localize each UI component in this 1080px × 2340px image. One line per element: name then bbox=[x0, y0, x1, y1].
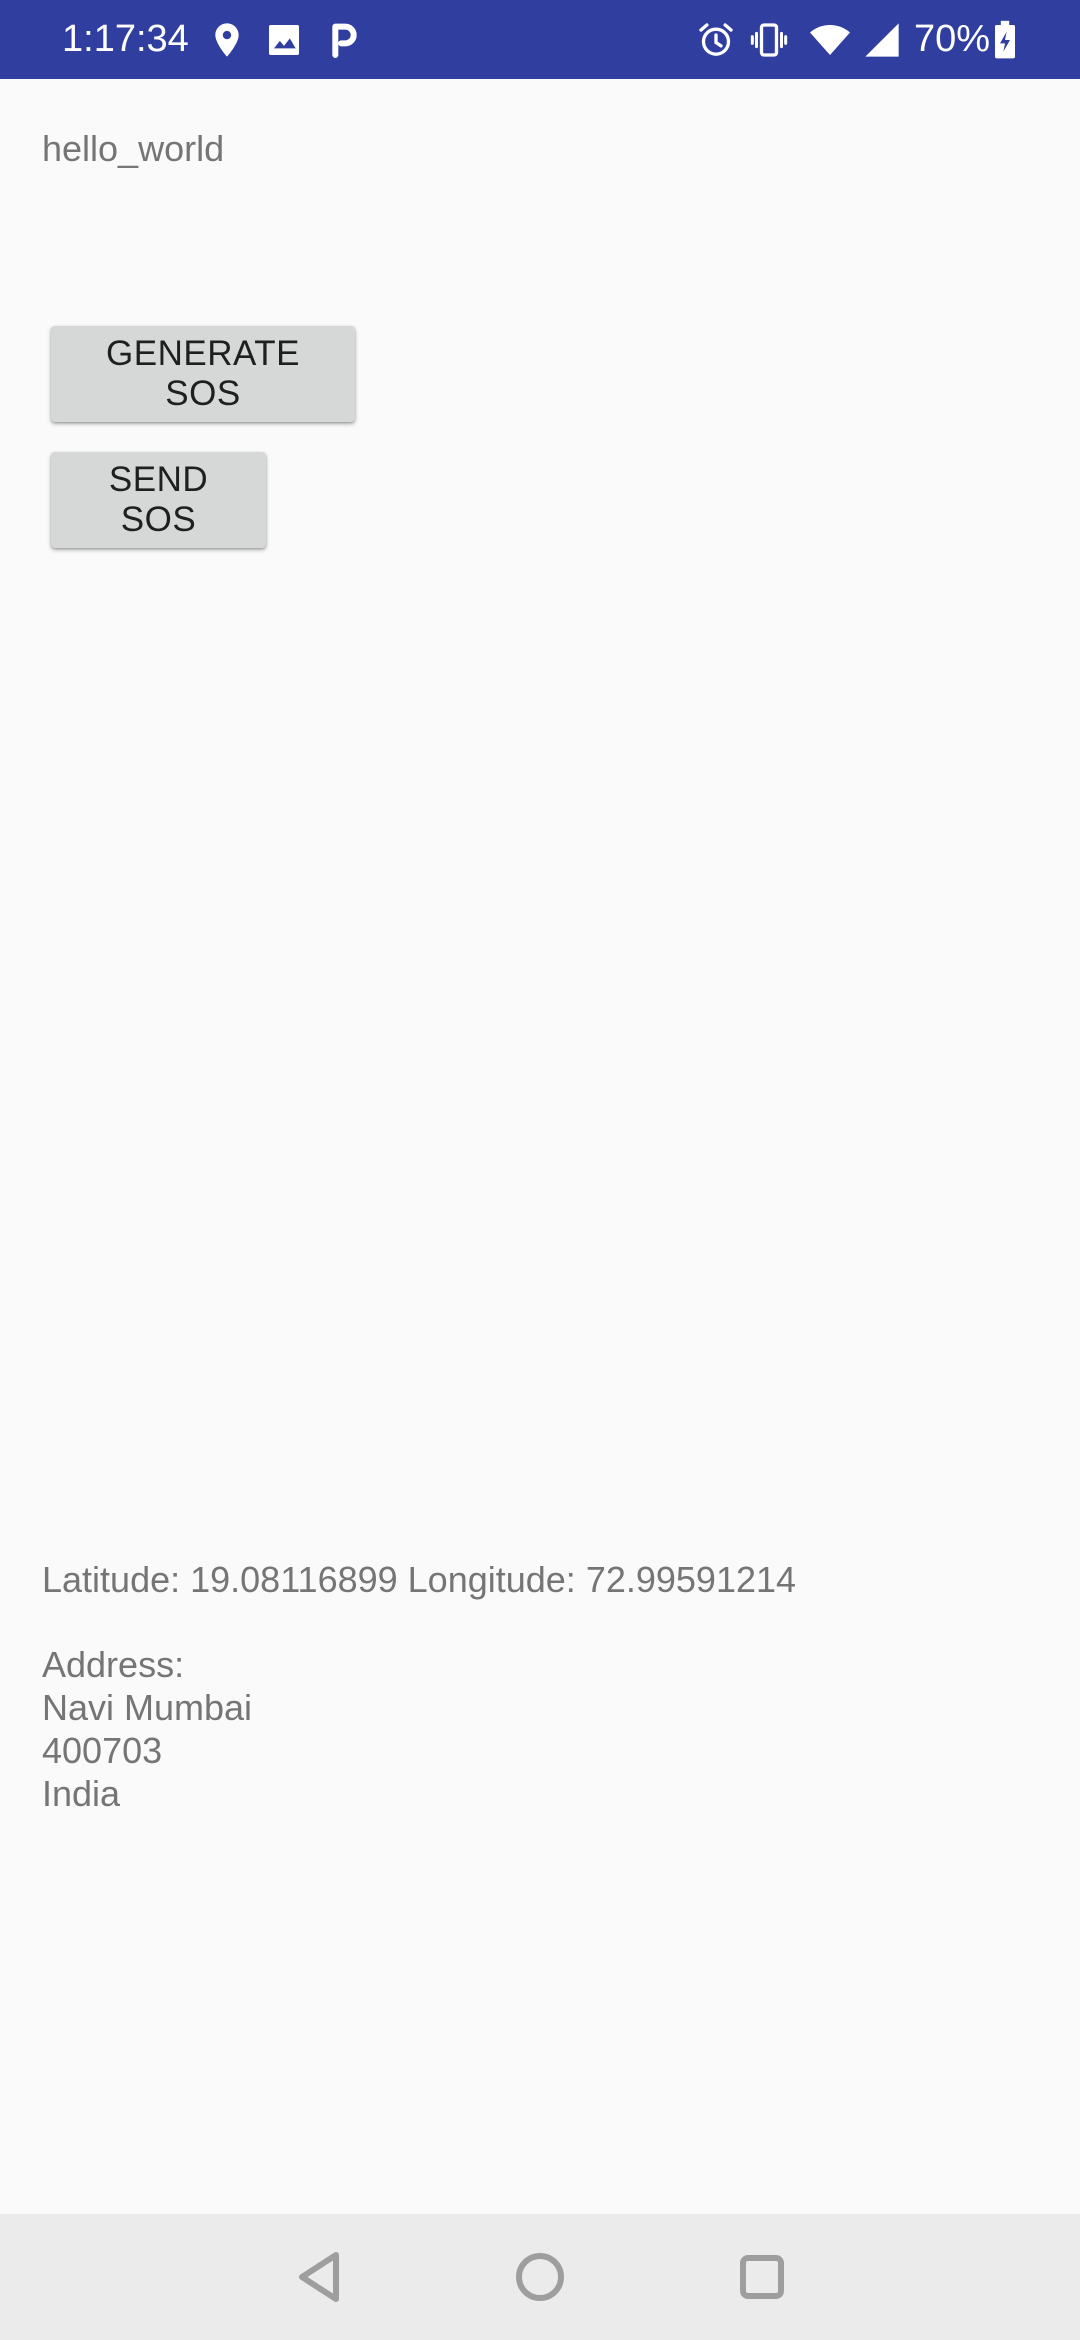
status-time: 1:17:34 bbox=[62, 18, 189, 60]
signal-icon bbox=[865, 23, 899, 57]
send-sos-button[interactable]: SEND SOS bbox=[51, 452, 266, 548]
alarm-icon bbox=[699, 23, 733, 56]
vibrate-icon bbox=[750, 23, 788, 57]
wifi-icon bbox=[810, 25, 850, 55]
address-line-city: Navi Mumbai bbox=[42, 1687, 253, 1728]
battery-percent: 70% bbox=[914, 18, 991, 60]
hello-world-text: hello_world bbox=[42, 128, 225, 169]
screen: 1:17:34 70% hello_world GENERATE SOS SEN… bbox=[0, 0, 1080, 2340]
navigation-bar bbox=[0, 2214, 1080, 2340]
image-icon bbox=[269, 25, 299, 55]
battery-icon bbox=[995, 20, 1015, 59]
address-block: Address: Navi Mumbai 400703 India bbox=[42, 1643, 252, 1815]
generate-sos-button[interactable]: GENERATE SOS bbox=[51, 326, 355, 422]
home-icon[interactable] bbox=[500, 2237, 580, 2317]
p-app-icon bbox=[332, 23, 357, 58]
address-line-postcode: 400703 bbox=[42, 1730, 163, 1771]
address-line-country: India bbox=[42, 1773, 121, 1814]
recents-icon[interactable] bbox=[722, 2237, 802, 2317]
location-icon bbox=[215, 23, 239, 57]
coordinates-text: Latitude: 19.08116899 Longitude: 72.9959… bbox=[42, 1559, 797, 1600]
back-icon[interactable] bbox=[280, 2237, 360, 2317]
status-bar: 1:17:34 70% bbox=[0, 0, 1080, 79]
address-label: Address: bbox=[42, 1644, 185, 1685]
